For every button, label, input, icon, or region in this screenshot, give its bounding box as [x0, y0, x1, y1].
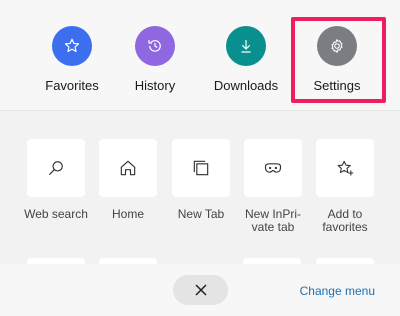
new-tab-tile[interactable]: New Tab — [171, 139, 231, 221]
search-icon — [27, 139, 85, 197]
download-icon — [226, 26, 266, 66]
history-button[interactable]: History — [110, 26, 200, 96]
close-icon — [194, 284, 207, 296]
downloads-button[interactable]: Downloads — [201, 26, 291, 96]
downloads-label: Downloads — [213, 78, 279, 93]
new-tab-label: New Tab — [177, 207, 225, 221]
home-tile[interactable]: Home — [98, 139, 158, 221]
history-label: History — [134, 78, 176, 93]
settings-highlight — [291, 17, 386, 103]
web-search-label: Web search — [24, 207, 88, 221]
add-to-favorites-tile[interactable]: Add to favorites — [315, 139, 375, 234]
actions-grid: Web search Home New Tab New InPri- vate … — [0, 111, 400, 264]
change-menu-link[interactable]: Change menu — [300, 284, 375, 298]
web-search-tile[interactable]: Web search — [24, 139, 88, 221]
close-button[interactable] — [173, 275, 228, 305]
menu-sheet: Favorites History Downloads Settings Web… — [0, 0, 400, 316]
star-icon — [52, 26, 92, 66]
home-icon — [99, 139, 157, 197]
new-inprivate-tab-tile[interactable]: New InPri- vate tab — [243, 139, 303, 234]
favorites-button[interactable]: Favorites — [27, 26, 117, 96]
home-label: Home — [111, 207, 144, 221]
add-favorite-icon — [316, 139, 374, 197]
new-tab-icon — [172, 139, 230, 197]
add-to-favorites-label: Add to favorites — [322, 207, 368, 234]
quick-actions-row: Favorites History Downloads Settings — [0, 0, 400, 110]
history-icon — [135, 26, 175, 66]
inprivate-icon — [244, 139, 302, 197]
new-inprivate-tab-label: New InPri- vate tab — [244, 207, 301, 234]
bottom-bar: Change menu — [0, 264, 400, 316]
favorites-label: Favorites — [45, 78, 99, 93]
